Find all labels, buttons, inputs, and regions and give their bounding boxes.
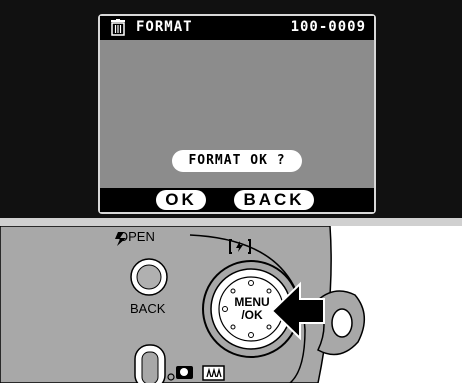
menu-ok-label: MENU /OK	[234, 295, 270, 322]
open-label: OPEN	[118, 229, 155, 244]
format-confirm-prompt: FORMAT OK ?	[172, 150, 302, 172]
back-softkey-button[interactable]: BACK	[234, 190, 314, 210]
lcd-screen: FORMAT 100-0009 FORMAT OK ? OK BACK	[98, 14, 376, 214]
lcd-title: FORMAT	[136, 19, 193, 35]
divider	[0, 218, 462, 226]
softkey-bar: OK BACK	[100, 188, 374, 212]
ok-button[interactable]: OK	[156, 190, 206, 210]
back-label: BACK	[130, 301, 166, 316]
top-panel: FORMAT 100-0009 FORMAT OK ? OK BACK	[0, 0, 462, 218]
lcd-header: FORMAT 100-0009	[100, 16, 374, 40]
trash-icon	[111, 19, 125, 36]
frame-number: 100-0009	[290, 19, 366, 35]
